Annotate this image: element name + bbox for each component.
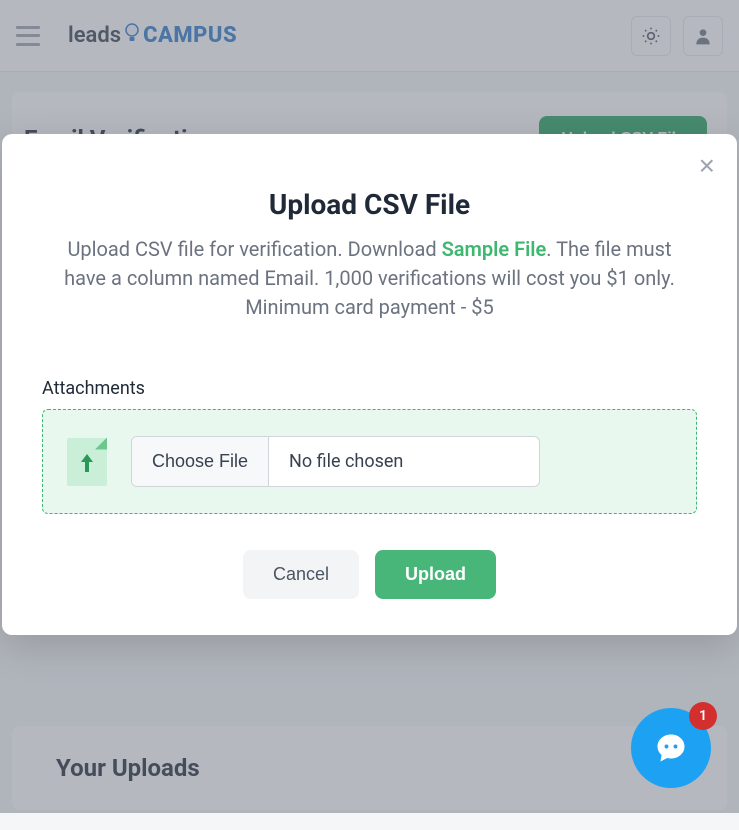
file-name-display: No file chosen [269,437,539,486]
file-dropzone[interactable]: Choose File No file chosen [42,409,697,514]
modal-footer: Cancel Upload [42,550,697,599]
attachments-label: Attachments [42,378,697,399]
upload-modal: × Upload CSV File Upload CSV file for ve… [2,134,737,635]
chat-notification-badge: 1 [689,702,717,730]
modal-description: Upload CSV file for verification. Downlo… [42,235,697,322]
close-button[interactable]: × [699,152,715,180]
chat-icon [653,730,689,766]
close-icon: × [699,150,715,181]
desc-prefix: Upload CSV file for verification. Downlo… [67,237,441,261]
modal-title: Upload CSV File [42,188,697,221]
upload-button[interactable]: Upload [375,550,496,599]
sample-file-link[interactable]: Sample File [442,237,547,261]
attachments-section: Attachments Choose File No file chosen [42,378,697,514]
chat-widget-button[interactable]: 1 [631,708,711,788]
file-input[interactable]: Choose File No file chosen [131,436,540,487]
choose-file-button[interactable]: Choose File [132,437,269,486]
cancel-button[interactable]: Cancel [243,550,359,599]
file-upload-icon [67,438,107,486]
